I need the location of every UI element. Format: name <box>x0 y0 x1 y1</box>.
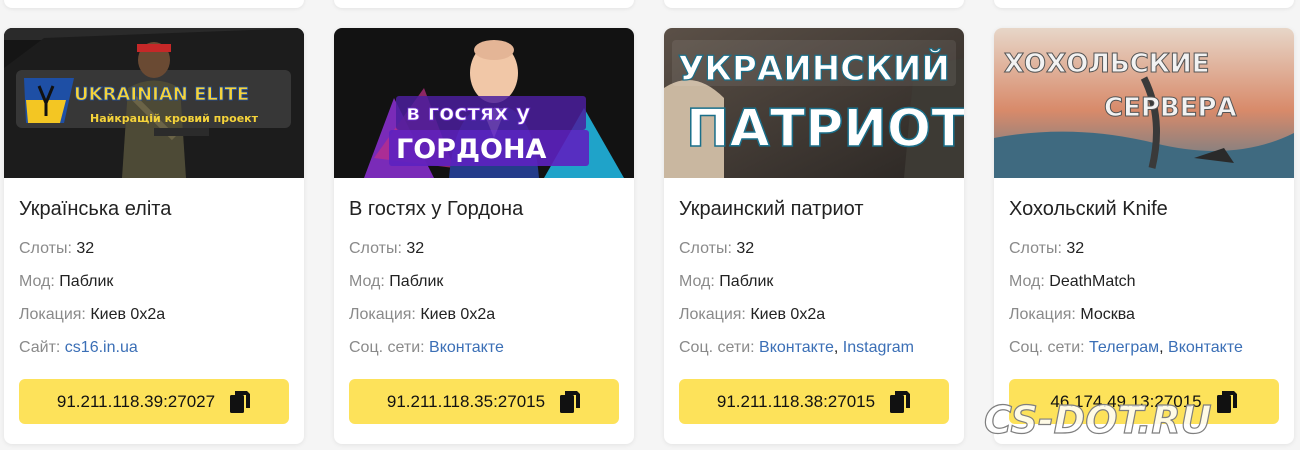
location-value: Киев 0x2a <box>750 306 826 323</box>
telegram-link[interactable]: Телеграм <box>1089 339 1159 356</box>
watermark-text: CS-DOT.RU <box>984 398 1212 442</box>
vk-link[interactable]: Вконтакте <box>759 339 834 356</box>
server-ip: 91.211.118.39:27027 <box>56 391 216 411</box>
slots-value: 32 <box>76 240 95 257</box>
mod-label: Мод: <box>349 273 385 290</box>
mod-label: Мод: <box>1009 273 1045 290</box>
location-label: Локация: <box>349 306 416 323</box>
slots-value: 32 <box>406 240 425 257</box>
previous-card-edge <box>334 0 634 8</box>
location-label: Локация: <box>679 306 746 323</box>
vk-link[interactable]: Вконтакте <box>429 339 504 356</box>
social-label: Соц. сети: <box>1009 339 1085 356</box>
banner-subtitle-text: Найкращій кровий проект <box>90 112 259 125</box>
banner-title-text: УКРАИНСКИЙ <box>678 48 950 89</box>
server-banner-image: УКРАИНСКИЙ ПАТРИОТ <box>664 28 964 178</box>
server-banner-image: UKRAINIAN ELITE Найкращій кровий проект <box>4 28 304 178</box>
server-title[interactable]: В гостях у Гордона <box>349 196 619 222</box>
copy-ip-button[interactable]: 91.211.118.38:27015 <box>679 379 949 424</box>
slots-row: Слоты: 32 <box>349 239 619 259</box>
previous-card-edge <box>4 0 304 8</box>
mod-value: Паблик <box>719 273 774 290</box>
slots-row: Слоты: 32 <box>679 239 949 259</box>
mod-value: DeathMatch <box>1049 273 1136 290</box>
social-row: Соц. сети: Телеграм, Вконтакте <box>1009 338 1279 358</box>
previous-card-edge <box>664 0 964 8</box>
server-ip: 91.211.118.35:27015 <box>386 391 546 411</box>
location-value: Киев 0x2a <box>90 306 166 323</box>
location-label: Локация: <box>19 306 86 323</box>
mod-value: Паблик <box>59 273 114 290</box>
copy-icon <box>559 390 581 414</box>
copy-icon <box>889 390 911 414</box>
mod-row: Мод: Паблик <box>679 272 949 292</box>
server-banner-image: в гостях у ГОРДОНА <box>334 28 634 178</box>
social-row: Соц. сети: Вконтакте, Instagram <box>679 338 949 358</box>
slots-row: Слоты: 32 <box>1009 239 1279 259</box>
banner-subtitle-text: СЕРВЕРА <box>1104 93 1237 123</box>
slots-label: Слоты: <box>1009 240 1062 257</box>
link-separator: , <box>1159 339 1169 356</box>
vk-link[interactable]: Вконтакте <box>1168 339 1243 356</box>
banner-title-text: UKRAINIAN ELITE <box>74 84 249 105</box>
copy-ip-button[interactable]: 91.211.118.39:27027 <box>19 379 289 424</box>
mod-row: Мод: DeathMatch <box>1009 272 1279 292</box>
mod-value: Паблик <box>389 273 444 290</box>
location-value: Киев 0x2a <box>420 306 496 323</box>
link-separator: , <box>833 339 843 356</box>
social-row: Соц. сети: Вконтакте <box>349 338 619 358</box>
location-value: Москва <box>1080 306 1135 323</box>
location-row: Локация: Киев 0x2a <box>679 305 949 325</box>
site-watermark: CS-DOT.RU <box>978 395 1288 445</box>
mod-label: Мод: <box>19 273 55 290</box>
server-card[interactable]: УКРАИНСКИЙ ПАТРИОТ Украинский патриот Сл… <box>664 28 964 444</box>
slots-label: Слоты: <box>349 240 402 257</box>
slots-label: Слоты: <box>679 240 732 257</box>
previous-card-edge <box>994 0 1294 8</box>
copy-icon <box>229 390 251 414</box>
copy-ip-button[interactable]: 91.211.118.35:27015 <box>349 379 619 424</box>
server-title[interactable]: Українська еліта <box>19 196 289 222</box>
location-row: Локация: Киев 0x2a <box>19 305 289 325</box>
site-row: Сайт: cs16.in.ua <box>19 338 289 358</box>
server-banner-image: ХОХОЛЬСКИЕ СЕРВЕРА <box>994 28 1294 178</box>
server-title[interactable]: Хохольский Knife <box>1009 196 1279 222</box>
server-ip: 91.211.118.38:27015 <box>716 391 876 411</box>
instagram-link[interactable]: Instagram <box>843 339 914 356</box>
slots-label: Слоты: <box>19 240 72 257</box>
slots-value: 32 <box>1066 240 1085 257</box>
location-row: Локация: Москва <box>1009 305 1279 325</box>
banner-subtitle-text: ПАТРИОТ <box>686 99 964 159</box>
location-row: Локация: Киев 0x2a <box>349 305 619 325</box>
mod-row: Мод: Паблик <box>19 272 289 292</box>
social-label: Соц. сети: <box>679 339 755 356</box>
mod-row: Мод: Паблик <box>349 272 619 292</box>
banner-subtitle-text: ГОРДОНА <box>396 134 547 165</box>
location-label: Локация: <box>1009 306 1076 323</box>
banner-title-text: ХОХОЛЬСКИЕ <box>1004 49 1210 79</box>
site-link[interactable]: cs16.in.ua <box>65 339 138 356</box>
social-label: Соц. сети: <box>349 339 425 356</box>
server-card[interactable]: ХОХОЛЬСКИЕ СЕРВЕРА Хохольский Knife Слот… <box>994 28 1294 444</box>
server-title[interactable]: Украинский патриот <box>679 196 949 222</box>
banner-title-text: в гостях у <box>406 101 530 126</box>
site-label: Сайт: <box>19 339 61 356</box>
server-card[interactable]: UKRAINIAN ELITE Найкращій кровий проект … <box>4 28 304 444</box>
mod-label: Мод: <box>679 273 715 290</box>
slots-row: Слоты: 32 <box>19 239 289 259</box>
server-card[interactable]: в гостях у ГОРДОНА В гостях у Гордона Сл… <box>334 28 634 444</box>
slots-value: 32 <box>736 240 755 257</box>
